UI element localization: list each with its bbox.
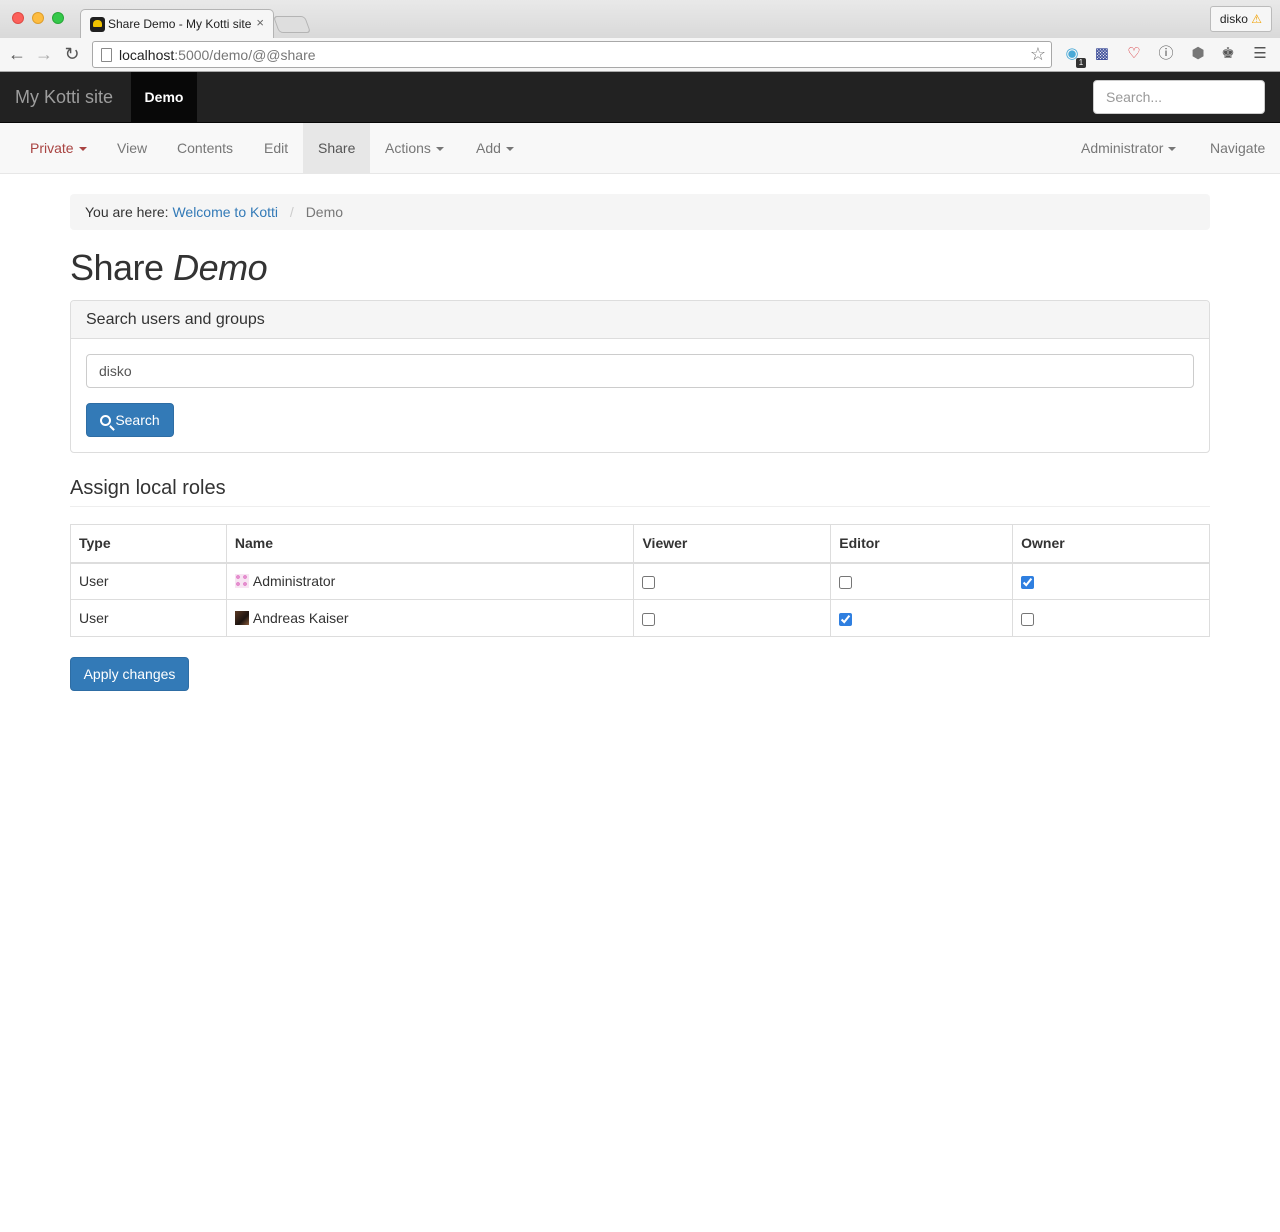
hb-icon[interactable]: ▩ — [1092, 44, 1112, 64]
nav-item-demo[interactable]: Demo — [131, 72, 197, 122]
site-brand[interactable]: My Kotti site — [15, 87, 113, 108]
tab-share[interactable]: Share — [303, 123, 371, 173]
breadcrumb-separator: / — [289, 204, 294, 220]
editor-checkbox[interactable] — [839, 576, 853, 590]
zoom-window-button[interactable] — [52, 12, 64, 24]
principal-search-input[interactable] — [86, 354, 1194, 388]
heart-icon[interactable]: ♡ — [1124, 44, 1144, 64]
navigate-link[interactable]: Navigate — [1195, 123, 1280, 173]
new-tab-button[interactable] — [272, 16, 312, 33]
cell-viewer — [633, 562, 832, 600]
profile-name: disko — [1219, 12, 1248, 26]
owner-checkbox[interactable] — [1021, 612, 1035, 626]
angular-icon[interactable]: ⬢ — [1188, 44, 1208, 64]
table-header-row: Type Name Viewer Editor Owner — [70, 524, 1210, 564]
browser-toolbar: ← → ↻ localhost:5000/demo/@@share ☆ ◉ 1 ▩… — [0, 38, 1280, 72]
tab-view[interactable]: View — [102, 123, 162, 173]
roles-table: Type Name Viewer Editor Owner User Admin… — [70, 524, 1210, 637]
breadcrumb-current: Demo — [305, 204, 344, 220]
breadcrumb: You are here: Welcome to Kotti / Demo — [70, 194, 1210, 230]
actions-label: Actions — [385, 140, 431, 156]
user-label: Administrator — [1081, 140, 1164, 156]
cell-name: Andreas Kaiser — [225, 599, 635, 637]
star-icon[interactable]: ☆ — [1030, 44, 1046, 65]
close-window-button[interactable] — [12, 12, 24, 24]
table-row: User Administrator — [70, 562, 1210, 600]
page-title-prefix: Share — [70, 247, 164, 288]
column-header-name: Name — [225, 524, 635, 564]
column-header-owner: Owner — [1012, 524, 1210, 564]
main-content: You are here: Welcome to Kotti / Demo Sh… — [70, 194, 1210, 691]
url-path: :5000/demo/@@share — [174, 47, 316, 63]
info-icon[interactable]: ⓘ — [1156, 44, 1176, 64]
cell-owner — [1012, 562, 1210, 600]
browser-tab-active[interactable]: Share Demo - My Kotti site × — [80, 9, 274, 39]
owner-checkbox[interactable] — [1021, 576, 1035, 590]
profile-button[interactable]: disko ⚠ — [1209, 6, 1272, 32]
extension-badge: 1 — [1076, 58, 1086, 68]
tab-title: Share Demo - My Kotti site — [108, 17, 252, 31]
viewer-checkbox[interactable] — [642, 576, 656, 590]
site-search-input[interactable] — [1093, 80, 1265, 114]
tab-contents[interactable]: Contents — [162, 123, 248, 173]
browser-tabstrip: Share Demo - My Kotti site × disko ⚠ — [0, 0, 1280, 39]
url-host: localhost — [119, 47, 175, 63]
search-button[interactable]: Search — [86, 403, 174, 437]
principal-name: Andreas Kaiser — [252, 610, 349, 626]
search-panel: Search users and groups Search — [70, 300, 1210, 453]
cell-editor — [830, 562, 1014, 600]
tab-close-icon[interactable]: × — [256, 15, 264, 30]
chevron-down-icon — [435, 147, 444, 152]
table-row: User Andreas Kaiser — [70, 599, 1210, 637]
apply-changes-button[interactable]: Apply changes — [70, 657, 189, 691]
user-dropdown[interactable]: Administrator — [1066, 123, 1191, 173]
column-header-type: Type — [70, 524, 227, 564]
viewer-checkbox[interactable] — [642, 612, 656, 626]
reload-icon[interactable]: ↻ — [61, 43, 83, 65]
avatar — [234, 574, 249, 589]
edit-bar: Private View Contents Edit Share Actions… — [0, 123, 1280, 174]
workflow-state-dropdown[interactable]: Private — [15, 123, 102, 173]
back-icon[interactable]: ← — [6, 43, 28, 65]
cell-type: User — [70, 599, 227, 637]
tab-edit[interactable]: Edit — [249, 123, 303, 173]
menu-icon[interactable]: ☰ — [1250, 44, 1270, 64]
editor-checkbox[interactable] — [839, 612, 853, 626]
url-text[interactable]: localhost:5000/demo/@@share — [119, 47, 316, 63]
cell-viewer — [633, 599, 832, 637]
page-title-context: Demo — [173, 247, 268, 288]
page-icon — [101, 48, 112, 62]
workflow-state-label: Private — [30, 140, 74, 156]
kotti-favicon-icon — [90, 17, 105, 32]
breadcrumb-home-link[interactable]: Welcome to Kotti — [172, 204, 278, 220]
cell-type: User — [70, 562, 227, 600]
site-navbar: My Kotti site Demo — [0, 72, 1280, 123]
minimize-window-button[interactable] — [32, 12, 44, 24]
chevron-down-icon — [78, 147, 87, 152]
address-bar[interactable]: localhost:5000/demo/@@share ☆ — [92, 41, 1052, 68]
avatar — [234, 611, 249, 625]
principal-name: Administrator — [252, 573, 336, 590]
column-header-editor: Editor — [830, 524, 1014, 564]
add-label: Add — [476, 140, 501, 156]
actions-dropdown[interactable]: Actions — [370, 123, 459, 173]
search-button-label: Search — [115, 412, 160, 428]
roles-heading: Assign local roles — [70, 477, 1210, 507]
cell-name: Administrator — [225, 562, 635, 600]
chevron-down-icon — [505, 147, 514, 152]
page-title: Share Demo — [70, 247, 268, 289]
breadcrumb-prefix: You are here: — [85, 204, 169, 220]
search-icon — [100, 415, 112, 426]
ghostery-icon[interactable]: ◉ 1 — [1062, 44, 1086, 68]
chevron-down-icon — [1168, 147, 1177, 152]
warning-icon: ⚠ — [1251, 12, 1262, 26]
column-header-viewer: Viewer — [633, 524, 832, 564]
cell-editor — [830, 599, 1014, 637]
forward-icon[interactable]: → — [33, 43, 55, 65]
add-dropdown[interactable]: Add — [461, 123, 529, 173]
search-panel-heading: Search users and groups — [71, 301, 1209, 339]
cell-owner — [1012, 599, 1210, 637]
stamp-icon[interactable]: ♚ — [1218, 44, 1238, 64]
